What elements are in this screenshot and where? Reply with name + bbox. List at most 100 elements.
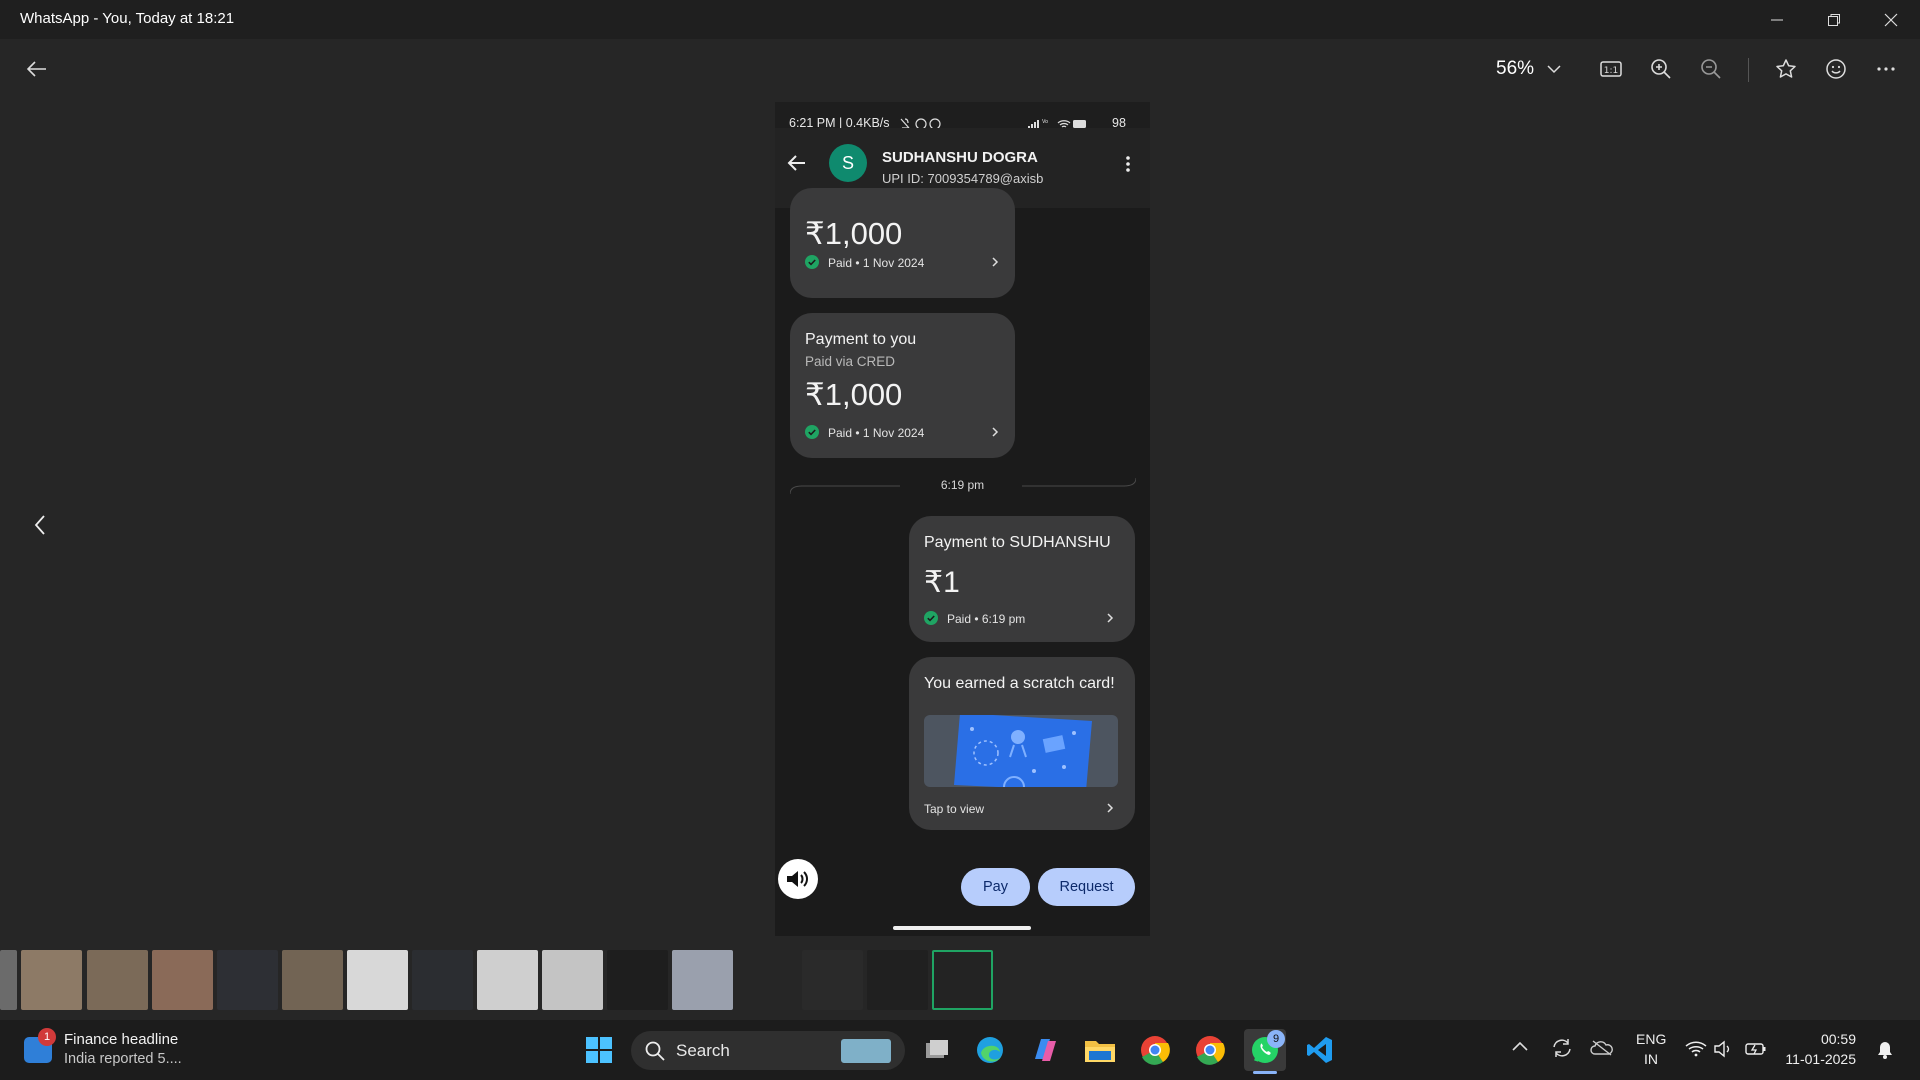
filmstrip-thumbnail[interactable] bbox=[0, 950, 17, 1010]
zoom-dropdown[interactable] bbox=[1535, 50, 1573, 88]
show-hidden-icons-button[interactable] bbox=[1512, 1040, 1528, 1052]
check-circle-icon bbox=[805, 425, 819, 439]
onedrive-tray-icon[interactable] bbox=[1590, 1040, 1614, 1056]
search-icon bbox=[645, 1041, 665, 1061]
news-subtitle[interactable]: India reported 5.... bbox=[64, 1051, 182, 1067]
zoom-out-button[interactable] bbox=[1692, 50, 1730, 88]
news-badge: 1 bbox=[38, 1028, 56, 1046]
chat-menu-button[interactable] bbox=[1125, 155, 1131, 173]
search-placeholder: Search bbox=[676, 1041, 730, 1060]
more-options-button[interactable] bbox=[1867, 50, 1905, 88]
tap-to-view: Tap to view bbox=[924, 802, 985, 816]
close-button[interactable] bbox=[1863, 0, 1919, 39]
svg-text:Vo: Vo bbox=[1042, 119, 1048, 125]
vscode-button[interactable] bbox=[1299, 1029, 1341, 1071]
clock-time[interactable]: 00:59 bbox=[1786, 1031, 1856, 1047]
payment-title: Payment to SUDHANSHU bbox=[924, 534, 1111, 551]
notifications-button[interactable] bbox=[1876, 1040, 1894, 1060]
home-indicator bbox=[893, 926, 1031, 930]
chevron-down-icon bbox=[1547, 65, 1561, 74]
cloud-off-icon bbox=[1590, 1040, 1613, 1056]
filmstrip-thumbnail[interactable] bbox=[412, 950, 473, 1010]
scratch-card-image[interactable] bbox=[924, 715, 1118, 787]
battery-tray-icon[interactable] bbox=[1745, 1041, 1767, 1057]
chrome-button[interactable] bbox=[1134, 1029, 1176, 1071]
pay-button[interactable]: Pay bbox=[961, 868, 1030, 906]
language-line2[interactable]: IN bbox=[1636, 1051, 1666, 1067]
payment-card[interactable]: Payment to you Paid via CRED ₹1,000 Paid… bbox=[790, 313, 1015, 458]
arrow-left-icon bbox=[787, 155, 805, 171]
chrome-profile-button[interactable] bbox=[1189, 1029, 1231, 1071]
filmstrip-thumbnail[interactable] bbox=[672, 950, 733, 1010]
filmstrip-thumbnail[interactable] bbox=[867, 950, 928, 1010]
close-icon bbox=[1884, 13, 1898, 26]
search-highlight-image bbox=[841, 1039, 891, 1063]
scratch-card-message[interactable]: You earned a scratch card! Tap to view bbox=[909, 657, 1135, 830]
filmstrip-thumbnail[interactable] bbox=[87, 950, 148, 1010]
filmstrip-thumbnail[interactable] bbox=[607, 950, 668, 1010]
title-bar bbox=[0, 0, 1920, 39]
window-title: WhatsApp - You, Today at 18:21 bbox=[20, 10, 235, 27]
payment-card[interactable]: ₹1,000 Paid • 1 Nov 2024 bbox=[790, 188, 1015, 298]
task-view-button[interactable] bbox=[916, 1029, 958, 1071]
filmstrip-thumbnail[interactable] bbox=[347, 950, 408, 1010]
edge-button[interactable] bbox=[969, 1029, 1011, 1071]
task-view-icon bbox=[926, 1040, 948, 1058]
favorite-button[interactable] bbox=[1767, 50, 1805, 88]
start-button[interactable] bbox=[578, 1029, 620, 1071]
filmstrip-thumbnail[interactable] bbox=[802, 950, 863, 1010]
zoom-out-icon bbox=[1701, 59, 1721, 79]
check-circle-icon bbox=[924, 611, 938, 625]
file-explorer-button[interactable] bbox=[1079, 1029, 1121, 1071]
volume-tray-icon[interactable] bbox=[1714, 1040, 1734, 1058]
actual-size-icon: 1:1 bbox=[1600, 61, 1622, 77]
toolbar-divider bbox=[1748, 58, 1749, 82]
sync-tray-icon[interactable] bbox=[1551, 1038, 1573, 1058]
restore-button[interactable] bbox=[1806, 0, 1862, 39]
actual-size-button[interactable]: 1:1 bbox=[1592, 50, 1630, 88]
avatar[interactable]: S bbox=[829, 144, 867, 182]
wifi-icon bbox=[1685, 1041, 1707, 1057]
copilot-button[interactable] bbox=[1024, 1029, 1066, 1071]
filmstrip-thumbnail[interactable] bbox=[21, 950, 82, 1010]
phone-screenshot: 6:21 PM | 0.4KB/s Vo 98 S SUDHANSHU DOGR… bbox=[775, 102, 1150, 936]
filmstrip-thumbnail[interactable] bbox=[542, 950, 603, 1010]
smiley-icon bbox=[1826, 59, 1846, 79]
bell-icon bbox=[1878, 1042, 1892, 1059]
previous-image-button[interactable] bbox=[21, 506, 59, 544]
filmstrip-thumbnail[interactable] bbox=[477, 950, 538, 1010]
restore-icon bbox=[1828, 13, 1840, 26]
payment-amount: ₹1,000 bbox=[805, 216, 903, 251]
payment-status: Paid • 1 Nov 2024 bbox=[828, 426, 925, 440]
edge-icon bbox=[977, 1037, 1003, 1063]
vscode-icon bbox=[1307, 1037, 1332, 1063]
star-icon bbox=[1776, 59, 1796, 78]
payment-title: Payment to you bbox=[805, 331, 917, 348]
news-title[interactable]: Finance headline bbox=[64, 1031, 178, 1048]
language-line1[interactable]: ENG bbox=[1636, 1031, 1666, 1047]
sent-payment-card[interactable]: Payment to SUDHANSHU ₹1 Paid • 6:19 pm bbox=[909, 516, 1135, 642]
filmstrip-thumbnail[interactable] bbox=[217, 950, 278, 1010]
sync-icon bbox=[1553, 1039, 1571, 1057]
chevron-left-icon bbox=[34, 515, 45, 535]
zoom-in-icon bbox=[1651, 59, 1671, 79]
sound-toggle-button[interactable] bbox=[778, 859, 818, 899]
filmstrip-thumbnail[interactable] bbox=[737, 950, 798, 1010]
filmstrip-thumbnail-selected[interactable] bbox=[932, 950, 993, 1010]
feedback-button[interactable] bbox=[1817, 50, 1855, 88]
zoom-level[interactable]: 56% bbox=[1496, 58, 1534, 80]
folder-icon bbox=[1085, 1041, 1115, 1062]
minimize-button[interactable] bbox=[1749, 0, 1805, 39]
filmstrip-thumbnail[interactable] bbox=[282, 950, 343, 1010]
chrome-icon bbox=[1141, 1036, 1170, 1065]
zoom-in-button[interactable] bbox=[1642, 50, 1680, 88]
back-button[interactable] bbox=[18, 50, 56, 88]
filmstrip-thumbnail[interactable] bbox=[152, 950, 213, 1010]
time-divider: 6:19 pm bbox=[940, 478, 985, 492]
wifi-tray-icon[interactable] bbox=[1685, 1041, 1707, 1057]
clock-date[interactable]: 11-01-2025 bbox=[1776, 1051, 1856, 1067]
arrow-left-icon bbox=[27, 61, 46, 77]
phone-back-button[interactable] bbox=[787, 154, 807, 172]
request-button[interactable]: Request bbox=[1038, 868, 1135, 906]
taskbar-search[interactable]: Search bbox=[631, 1031, 905, 1070]
